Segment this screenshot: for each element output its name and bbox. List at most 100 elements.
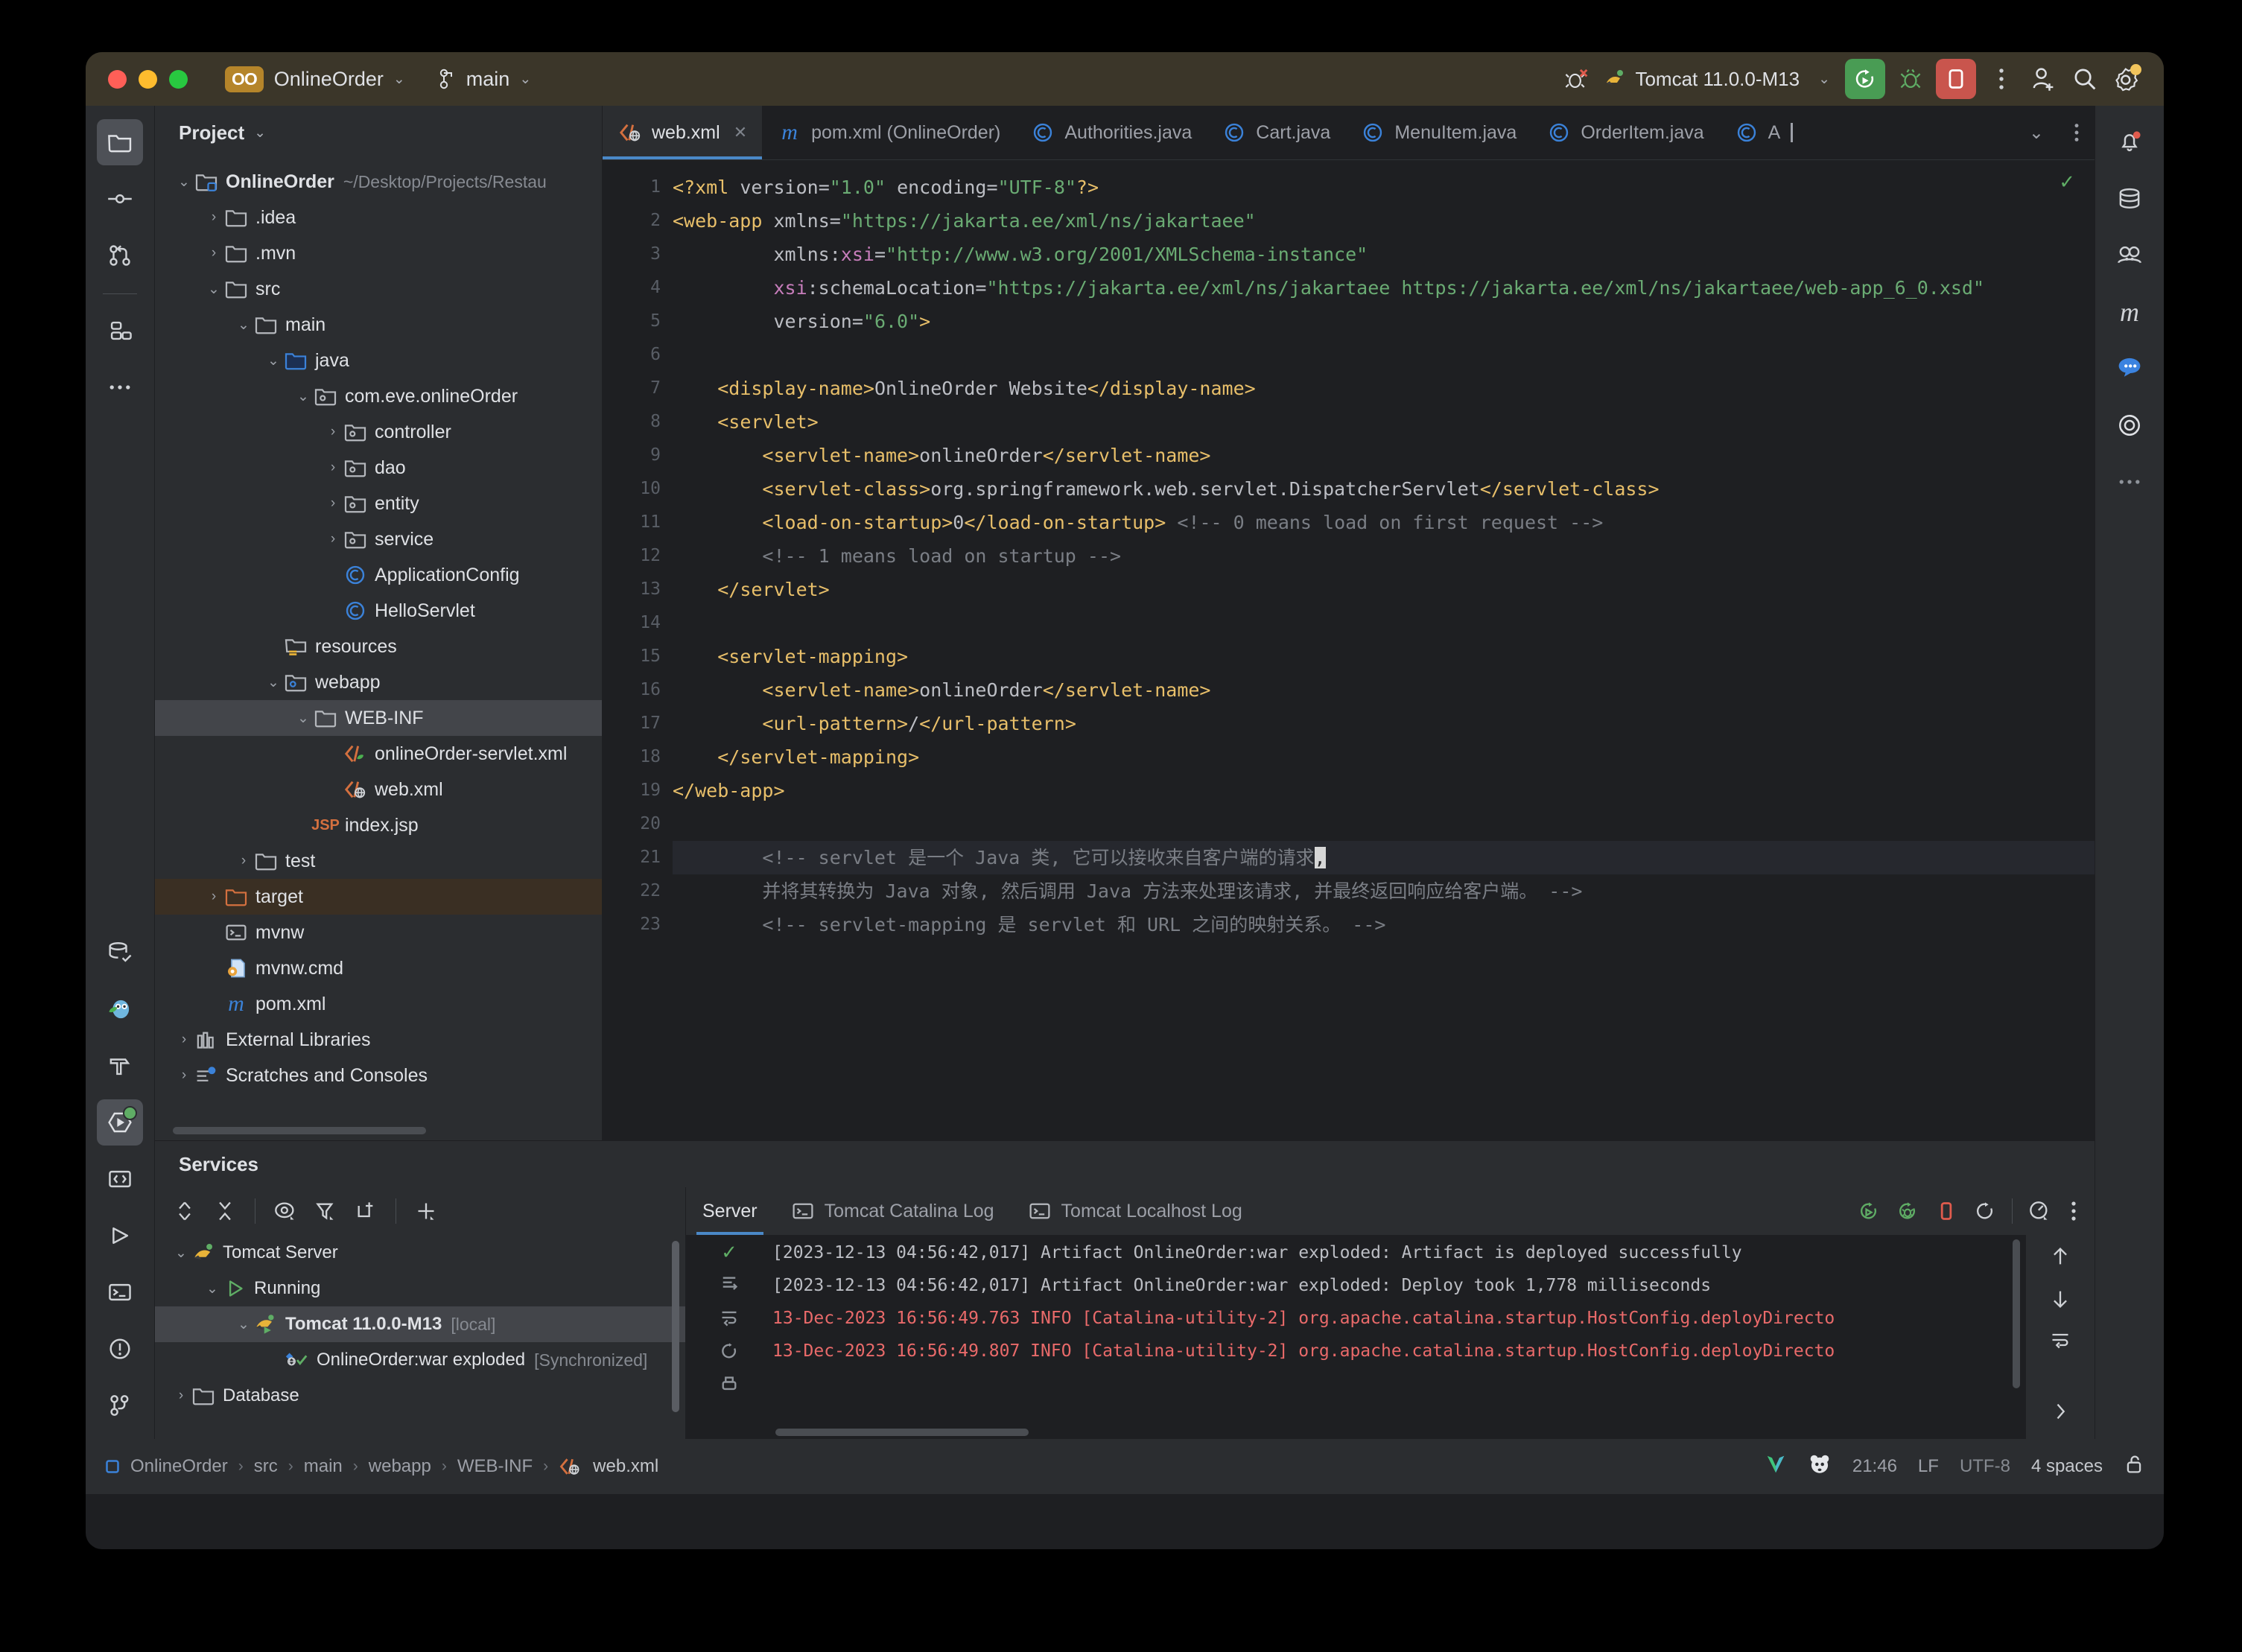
sidebar-item-database-right[interactable] [2106,176,2153,222]
inspection-ok-icon[interactable]: ✓ [2059,171,2075,194]
editor-tab-menuitem-java[interactable]: MenuItem.java [1345,106,1531,159]
breadcrumb-item[interactable]: OnlineOrder [130,1456,228,1477]
code-line[interactable] [673,807,2095,841]
tree-node-web-xml[interactable]: web.xml [155,772,602,807]
more-options-icon[interactable] [1981,58,2022,100]
lock-open-icon[interactable] [2124,1453,2144,1481]
sidebar-item-project[interactable] [97,119,143,165]
editor-tab-cart-java[interactable]: Cart.java [1207,106,1345,159]
sidebar-item-maven[interactable]: m [2106,289,2153,335]
expand-right-icon[interactable] [2051,1401,2069,1426]
status-line-separator[interactable]: LF [1918,1456,1939,1477]
project-tree-hscrollbar[interactable] [173,1127,426,1134]
maximize-window-button[interactable] [169,70,188,89]
window-controls[interactable] [108,70,188,89]
scroll-to-end-icon[interactable] [720,1274,739,1297]
breadcrumb-item[interactable]: webapp [369,1456,431,1477]
breadcrumb-item[interactable]: web.xml [593,1456,658,1477]
tree-node-helloservlet[interactable]: HelloServlet [155,593,602,629]
sidebar-item-openai[interactable] [2106,402,2153,448]
code-line[interactable]: xmlns:xsi="http://www.w3.org/2001/XMLSch… [673,238,2095,271]
chevron-right-icon[interactable]: › [204,209,223,226]
code-line[interactable] [673,606,2095,640]
code-line[interactable]: 并将其转换为 Java 对象, 然后调用 Java 方法来处理该请求, 并最终返… [673,874,2095,908]
expand-all-icon[interactable] [167,1193,203,1229]
breadcrumb-item[interactable]: main [304,1456,343,1477]
tree-node-resources[interactable]: resources [155,629,602,664]
tree-node-external-libraries[interactable]: ›External Libraries [155,1022,602,1058]
chevron-down-icon[interactable]: ⌄ [171,1245,191,1262]
code-line[interactable]: <?xml version="1.0" encoding="UTF-8"?> [673,171,2095,204]
chevron-right-icon[interactable]: › [323,495,343,512]
chevron-right-icon[interactable]: › [174,1067,194,1084]
sidebar-item-build[interactable] [97,1043,143,1089]
project-tool-window-header[interactable]: Project ⌄ [155,106,602,159]
tree-node-scratches-and-consoles[interactable]: ›Scratches and Consoles [155,1058,602,1093]
chevron-right-icon[interactable]: › [234,853,253,869]
console-output[interactable]: ✓ [686,1235,2095,1439]
chevron-down-icon[interactable]: ⌄ [254,124,266,142]
tree-node-onlineorder-servlet-xml[interactable]: onlineOrder-servlet.xml [155,736,602,772]
chevron-down-icon[interactable]: ⌄ [234,1316,253,1333]
sidebar-item-bug-people[interactable] [2106,232,2153,279]
chevron-down-icon[interactable]: ⌄ [293,710,313,727]
search-icon[interactable] [2064,58,2106,100]
refresh-icon[interactable] [720,1341,739,1365]
code-line[interactable]: xsi:schemaLocation="https://jakarta.ee/x… [673,271,2095,305]
tree-node-applicationconfig[interactable]: ApplicationConfig [155,557,602,593]
debug-off-icon[interactable] [1556,58,1598,100]
code-content[interactable]: <?xml version="1.0" encoding="UTF-8"?><w… [673,160,2095,1140]
services-node-database[interactable]: ›Database [155,1378,685,1414]
tree-node-com-eve-onlineorder[interactable]: ⌄com.eve.onlineOrder [155,378,602,414]
branch-selector[interactable]: main ⌄ [439,68,531,91]
services-tab-server[interactable]: Server [686,1187,774,1235]
chevron-right-icon[interactable]: › [323,531,343,547]
services-node-running[interactable]: ⌄Running [155,1271,685,1306]
show-icon[interactable] [267,1193,303,1229]
tree-node-target[interactable]: ›target [155,879,602,915]
sidebar-item-endpoints[interactable] [97,1156,143,1202]
code-line[interactable]: </servlet> [673,573,2095,606]
chevron-down-icon[interactable]: ⌄ [204,281,223,298]
code-line[interactable]: <servlet> [673,405,2095,439]
chevron-right-icon[interactable]: › [174,1032,194,1048]
services-tree-scrollbar[interactable] [672,1241,679,1412]
tree-node-src[interactable]: ⌄src [155,271,602,307]
up-arrow-icon[interactable] [2050,1245,2071,1271]
code-line[interactable]: <servlet-name>onlineOrder</servlet-name> [673,673,2095,707]
services-tab-tomcat-catalina-log[interactable]: Tomcat Catalina Log [774,1187,1011,1235]
code-line[interactable]: </web-app> [673,774,2095,807]
services-tree[interactable]: ⌄Tomcat Server⌄Running⌄Tomcat 11.0.0-M13… [155,1235,685,1414]
sidebar-item-version-control[interactable] [97,1382,143,1429]
sidebar-item-terminal[interactable] [97,1269,143,1315]
tree-node-service[interactable]: ›service [155,521,602,557]
code-line[interactable]: <!-- 1 means load on startup --> [673,539,2095,573]
console-vscrollbar[interactable] [2013,1239,2020,1388]
add-user-icon[interactable] [2022,58,2064,100]
sidebar-item-notifications[interactable] [2106,119,2153,165]
services-node-tomcat-11-0-0-m13[interactable]: ⌄Tomcat 11.0.0-M13[local] [155,1306,685,1342]
project-tree[interactable]: ⌄OnlineOrder~/Desktop/Projects/Restau›.i… [155,159,602,1127]
tree-node-mvnw[interactable]: mvnw [155,915,602,950]
tree-node-main[interactable]: ⌄main [155,307,602,343]
sidebar-item-jpa-buddy[interactable] [97,986,143,1032]
chevron-right-icon[interactable]: › [323,424,343,440]
down-arrow-icon[interactable] [2050,1288,2071,1314]
minimize-window-button[interactable] [139,70,157,89]
editor-tab-bar[interactable]: web.xml✕mpom.xml (OnlineOrder)Authoritie… [603,106,2095,160]
chevron-right-icon[interactable]: › [204,245,223,261]
chevron-down-icon[interactable]: ⌄ [174,174,194,191]
code-line[interactable]: <load-on-startup>0</load-on-startup> <!-… [673,506,2095,539]
project-name[interactable]: OnlineOrder [274,68,384,91]
debug-button[interactable] [1890,58,1931,100]
collapse-all-icon[interactable] [207,1193,243,1229]
status-encoding[interactable]: UTF-8 [1960,1456,2010,1477]
tree-node-webapp[interactable]: ⌄webapp [155,664,602,700]
stop-button[interactable] [1936,59,1976,99]
tree-node-test[interactable]: ›test [155,843,602,879]
stop-icon[interactable] [1927,1192,1966,1230]
sidebar-item-problems[interactable] [97,1326,143,1372]
add-icon[interactable] [408,1193,444,1229]
editor-tab-orderitem-java[interactable]: OrderItem.java [1531,106,1718,159]
tree-node-mvnw-cmd[interactable]: mvnw.cmd [155,950,602,986]
